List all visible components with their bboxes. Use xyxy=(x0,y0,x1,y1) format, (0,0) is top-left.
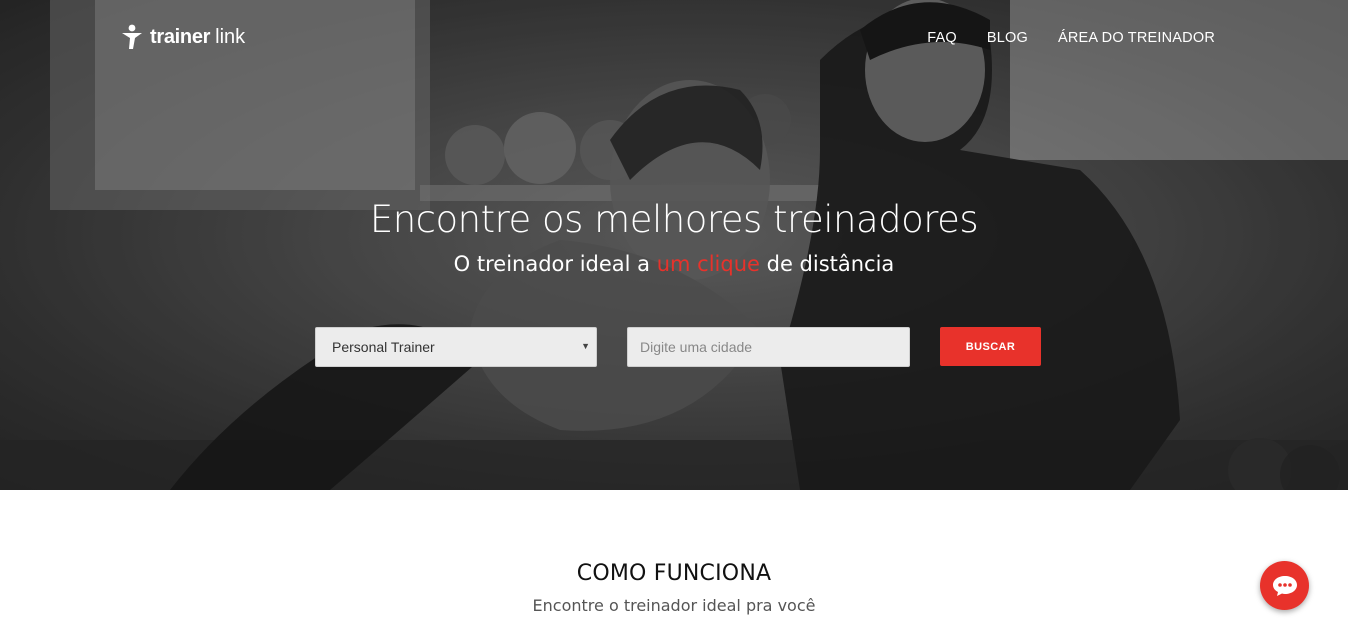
subheadline-highlight: um clique xyxy=(656,252,760,276)
nav-link-blog[interactable]: BLOG xyxy=(987,30,1028,46)
category-selected-value: Personal Trainer xyxy=(332,339,435,355)
search-button[interactable]: BUSCAR xyxy=(940,327,1041,366)
brand-name-bold: trainer xyxy=(150,25,211,48)
subheadline-end: de distância xyxy=(759,252,895,276)
brand-name-light: link xyxy=(215,25,246,48)
caret-down-icon: ▼ xyxy=(581,341,590,351)
how-it-works-title: COMO FUNCIONA xyxy=(576,561,772,586)
runner-icon xyxy=(122,24,142,49)
category-select[interactable]: Personal Trainer ▼ xyxy=(315,327,597,367)
hero-headline: Encontre os melhores treinadores xyxy=(369,198,979,241)
brand-logo[interactable]: trainer link xyxy=(120,24,245,50)
nav-link-faq[interactable]: FAQ xyxy=(927,30,957,46)
hero-banner: trainer link FAQ BLOG ÁREA DO TREINADOR … xyxy=(0,0,1348,490)
nav-link-trainer-area[interactable]: ÁREA DO TREINADOR xyxy=(1058,30,1215,46)
hero-subheadline: O treinador ideal a um clique de distânc… xyxy=(0,252,1348,276)
top-navbar: trainer link FAQ BLOG ÁREA DO TREINADOR xyxy=(0,0,1348,76)
chat-bubble-icon xyxy=(1272,575,1297,596)
chat-widget-button[interactable] xyxy=(1260,561,1309,610)
how-it-works-subtitle: Encontre o treinador ideal pra você xyxy=(532,596,816,615)
main-menu: FAQ BLOG ÁREA DO TREINADOR xyxy=(927,30,1215,46)
subheadline-start: O treinador ideal a xyxy=(453,252,657,276)
city-search-input[interactable] xyxy=(627,327,910,367)
